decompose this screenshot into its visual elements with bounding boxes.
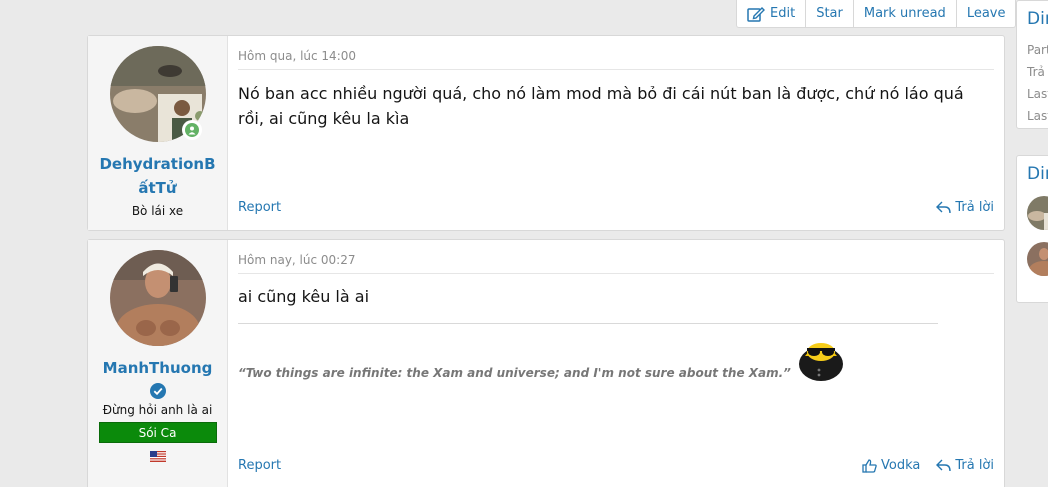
avatar[interactable]	[1027, 196, 1048, 230]
conversation-actions-bar: Edit Star Mark unread Leave	[736, 0, 1017, 28]
signature-text: “Two things are infinite: the Xam and un…	[238, 366, 791, 380]
message-content: Hôm qua, lúc 14:00 Nó ban acc nhiều ngườ…	[228, 36, 1004, 230]
user-title: Bò lái xe	[131, 204, 184, 218]
message-content: Hôm nay, lúc 00:27 ai cũng kêu là ai “Tw…	[228, 240, 1004, 487]
post-date-text[interactable]: Hôm nay, lúc 00:27	[238, 253, 356, 267]
user-banner: Sói Ca	[98, 422, 217, 443]
us-flag-icon	[149, 451, 166, 462]
reply-link[interactable]: Trả lời	[936, 458, 994, 473]
message-body: Nó ban acc nhiều người quá, cho nó làm m…	[238, 84, 964, 128]
reply-link[interactable]: Trả lời	[936, 200, 994, 215]
reply-label: Trả lời	[955, 200, 994, 215]
mark-unread-button[interactable]: Mark unread	[852, 0, 956, 27]
online-status-icon	[181, 120, 202, 140]
sunglasses-emoji-icon	[798, 343, 843, 381]
post-date: Hôm nay, lúc 00:27	[238, 253, 994, 274]
avatar-wrapper	[109, 250, 206, 346]
message-post: DehydrationBấtTử Bò lái xe Hôm qua, lúc …	[87, 35, 1005, 231]
post-date: Hôm qua, lúc 14:00	[238, 49, 994, 70]
message-footer: Report Trả lời	[238, 200, 994, 215]
thumbs-up-icon	[862, 458, 877, 473]
edit-label: Edit	[770, 6, 796, 21]
edit-icon	[747, 6, 765, 22]
message-post: ManhThuong Đừng hỏi anh là ai Sói Ca Hôm…	[87, 239, 1005, 487]
signature-divider	[238, 323, 938, 324]
username[interactable]: ManhThuong	[99, 356, 217, 380]
star-label: Star	[816, 6, 843, 21]
sidebar-line: Part	[1027, 43, 1048, 57]
user-title: Đừng hỏi anh là ai	[102, 403, 213, 417]
sidebar-title: Dir	[1027, 164, 1048, 184]
username[interactable]: DehydrationBấtTử	[99, 152, 217, 200]
sidebar-line: Trả	[1027, 65, 1045, 79]
reply-icon	[936, 459, 952, 472]
report-link[interactable]: Report	[238, 458, 281, 473]
user-info: ManhThuong Đừng hỏi anh là ai Sói Ca	[88, 240, 228, 487]
message-body: ai cũng kêu là ai	[238, 287, 370, 306]
user-info: DehydrationBấtTử Bò lái xe	[88, 36, 228, 230]
star-button[interactable]: Star	[805, 0, 853, 27]
sidebar-line: Last	[1027, 109, 1048, 123]
avatar-wrapper	[109, 46, 206, 142]
leave-label: Leave	[966, 6, 1006, 21]
sidebar-conversation-info: Dir Part Trả Last Last	[1016, 0, 1048, 129]
like-link[interactable]: Vodka	[862, 458, 920, 473]
message-footer: Report Vodka Trả lời	[238, 458, 994, 473]
edit-button[interactable]: Edit	[737, 0, 805, 27]
verified-badge-icon	[149, 383, 166, 399]
leave-button[interactable]: Leave	[955, 0, 1016, 27]
signature: “Two things are infinite: the Xam and un…	[238, 338, 994, 381]
reply-icon	[936, 201, 952, 214]
sidebar-participants: Dir	[1016, 155, 1048, 303]
reply-label: Trả lời	[955, 458, 994, 473]
avatar[interactable]	[1027, 242, 1048, 276]
sidebar-line: Last	[1027, 87, 1048, 101]
mark-unread-label: Mark unread	[863, 6, 946, 21]
sidebar-title: Dir	[1027, 9, 1048, 29]
post-date-text[interactable]: Hôm qua, lúc 14:00	[238, 49, 356, 63]
avatar[interactable]	[109, 250, 206, 346]
report-link[interactable]: Report	[238, 200, 281, 215]
like-label: Vodka	[880, 458, 921, 473]
